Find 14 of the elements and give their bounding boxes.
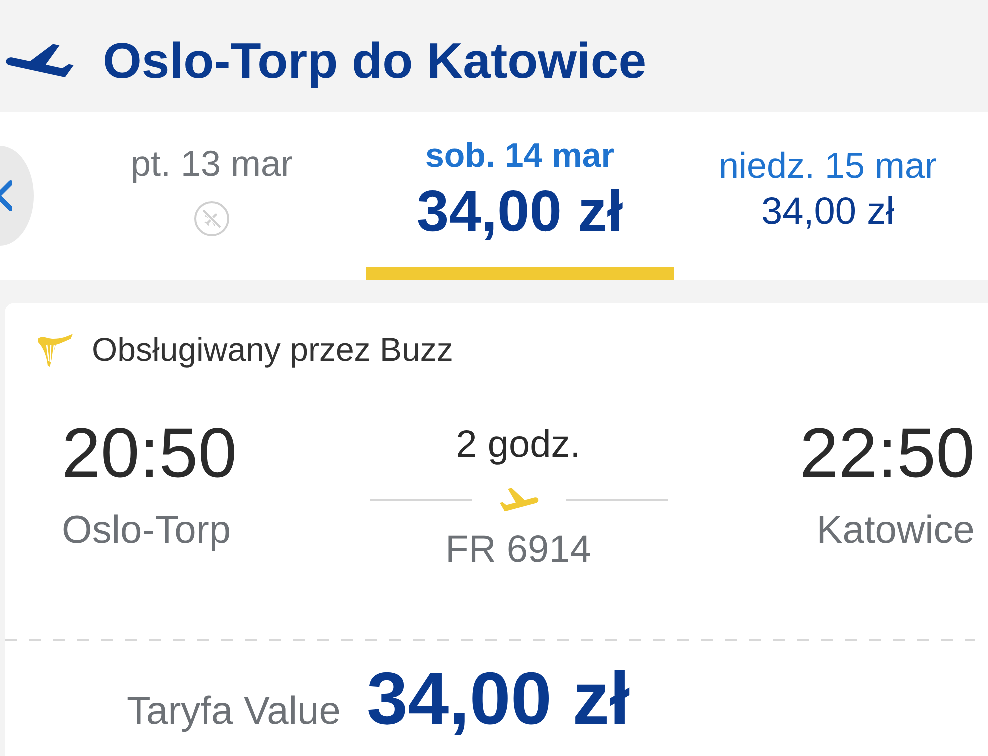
plane-icon — [498, 488, 538, 512]
flight-number: FR 6914 — [446, 528, 592, 573]
route-title: Oslo-Torp do Katowice — [103, 36, 647, 86]
departure-airport: Oslo-Torp — [62, 508, 232, 554]
plane-icon — [5, 44, 75, 78]
flight-duration: 2 godz. — [456, 423, 581, 468]
operator-text: Obsługiwany przez Buzz — [92, 331, 454, 369]
departure-time: 20:50 — [62, 418, 238, 488]
no-flight-icon — [194, 200, 230, 237]
fare-label: Taryfa Value — [127, 690, 341, 734]
arrival-airport: Katowice — [816, 508, 975, 554]
arrival-time: 22:50 — [800, 418, 975, 488]
fare-price: 34,00 zł — [366, 662, 630, 736]
chevron-left-icon — [0, 180, 12, 212]
